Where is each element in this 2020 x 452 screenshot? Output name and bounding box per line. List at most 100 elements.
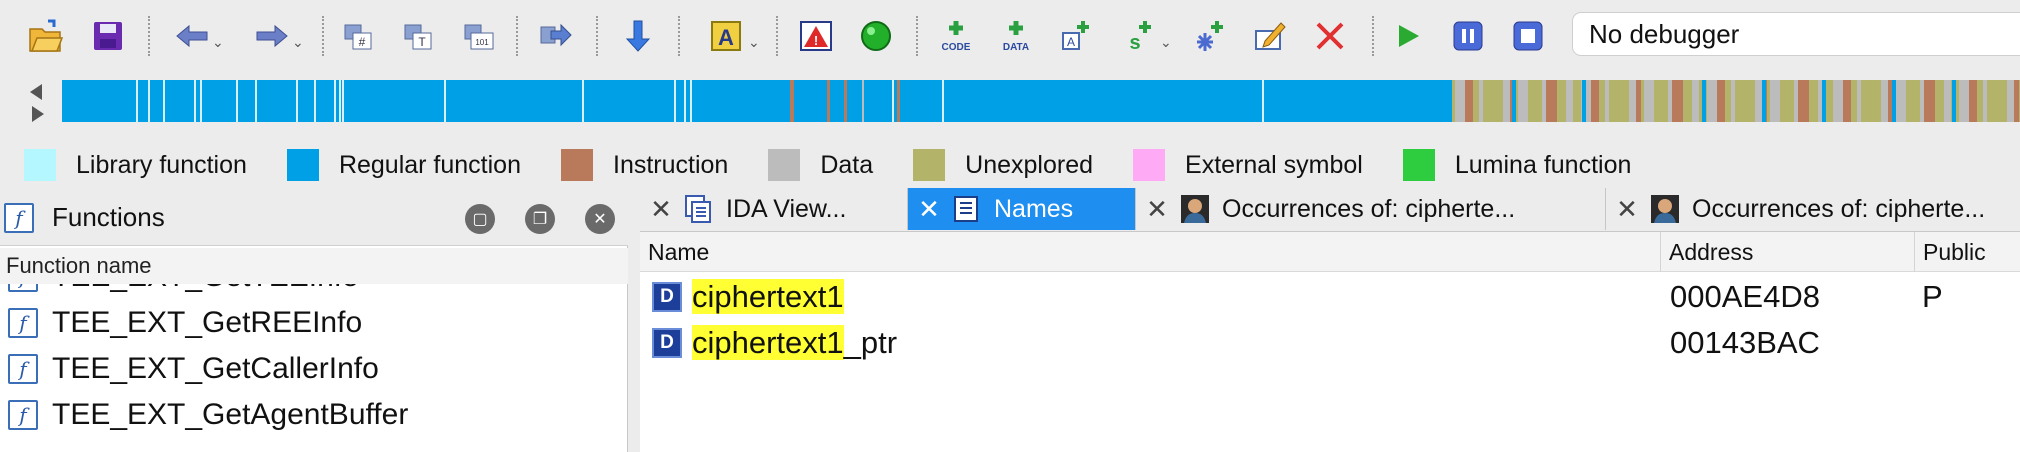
legend-label: Lumina function: [1454, 150, 1632, 179]
data-icon[interactable]: DATA: [996, 14, 1036, 58]
legend-swatch: [768, 149, 801, 181]
svg-text:!: !: [814, 33, 818, 48]
add-enum-icon[interactable]: [1190, 14, 1230, 58]
navigation-band-segment: [892, 80, 894, 122]
toolbar-separator: [322, 16, 324, 56]
pause-icon[interactable]: [1448, 14, 1488, 58]
legend-label: Unexplored: [965, 150, 1094, 179]
navigation-band-segment: [1896, 80, 1906, 122]
navigation-band-segment: [1702, 80, 1706, 122]
navigation-band-segment: [1582, 80, 1586, 122]
address-cell: 00143BAC: [1670, 325, 1820, 360]
navigation-band-segment: [1843, 80, 1851, 122]
panel-pin-button[interactable]: ▢: [465, 204, 495, 234]
tab-names[interactable]: ✕ Names: [908, 188, 1136, 230]
function-list[interactable]: f TEE_EXT_GetTEEInfo f TEE_EXT_GetREEInf…: [0, 284, 628, 452]
debugger-select[interactable]: No debugger: [1572, 12, 2020, 56]
svg-text:101: 101: [475, 38, 489, 47]
column-header-name[interactable]: Name: [640, 232, 1660, 272]
table-row[interactable]: D ciphertext1_ptr 00143BAC: [640, 320, 2020, 366]
navigation-legend: Library function Regular function Instru…: [0, 146, 1647, 184]
panel-close-button[interactable]: ✕: [585, 204, 615, 234]
navigation-band-segment: [200, 80, 202, 122]
tab-ida-view[interactable]: ✕ IDA View...: [640, 188, 908, 230]
save-icon[interactable]: [88, 14, 128, 58]
navigation-band-segment: [1892, 80, 1896, 122]
legend-swatch: [286, 149, 319, 181]
function-name: TEE_EXT_GetAgentBuffer: [52, 398, 409, 431]
stop-icon[interactable]: [1508, 14, 1548, 58]
chevron-down-icon[interactable]: ⌄: [212, 34, 224, 51]
text-view-icon[interactable]: T: [398, 14, 438, 58]
navigation-band-segment: [1566, 80, 1573, 122]
navigation-band-segment: [1809, 80, 1818, 122]
jump-down-icon[interactable]: [618, 14, 658, 58]
navigation-band-segment: [1503, 80, 1510, 122]
navigation-band-segment: [1465, 80, 1473, 122]
navigation-band-segment: [1557, 80, 1566, 122]
list-item[interactable]: f TEE_EXT_GetTEEInfo: [0, 284, 628, 300]
tab-occurrences-1[interactable]: ✕ Occurrences of: cipherte...: [1136, 188, 1606, 230]
error-icon[interactable]: !: [796, 14, 836, 58]
run-icon[interactable]: [1388, 14, 1428, 58]
number-view-icon[interactable]: 101: [458, 14, 498, 58]
navigation-band-segment: [1746, 80, 1755, 122]
add-struct-icon[interactable]: A: [1056, 14, 1096, 58]
column-header-public[interactable]: Public: [1914, 232, 2020, 272]
close-icon[interactable]: ✕: [640, 194, 682, 225]
navigation-band-segment: [1717, 80, 1725, 122]
panel-float-button[interactable]: ❐: [525, 204, 555, 234]
forward-icon[interactable]: [252, 14, 292, 58]
navigation-band-segment: [334, 80, 336, 122]
main-toolbar: ⌄ ⌄ # T 101 A ⌄ ! CODE DATA A s ⌄ No deb…: [0, 0, 2020, 72]
navigation-band-segment: [236, 80, 238, 122]
navigation-band-segment: [1780, 80, 1788, 122]
string-icon[interactable]: A: [706, 14, 746, 58]
back-icon[interactable]: [172, 14, 212, 58]
open-icon[interactable]: [26, 14, 66, 58]
green-dot-icon[interactable]: [856, 14, 896, 58]
navigation-band-segment: [1969, 80, 1977, 122]
legend-instruction: Instruction: [537, 149, 728, 181]
occurrences-icon: [1178, 194, 1212, 224]
chevron-down-icon[interactable]: ⌄: [1160, 34, 1172, 51]
close-icon[interactable]: ✕: [1606, 194, 1648, 225]
hex-view-icon[interactable]: #: [338, 14, 378, 58]
code-icon[interactable]: CODE: [936, 14, 976, 58]
function-name: TEE_EXT_GetCallerInfo: [52, 352, 379, 385]
legend-lumina-function: Lumina function: [1379, 149, 1632, 181]
navigation-band-segment: [1924, 80, 1935, 122]
navigation-band-segment: [1609, 80, 1620, 122]
navigation-band-segment: [1654, 80, 1662, 122]
navigation-band-segment: [1683, 80, 1692, 122]
navigation-band-segment: [1822, 80, 1826, 122]
svg-text:#: #: [359, 35, 366, 49]
table-row[interactable]: D ciphertext1 000AE4D8 P: [640, 274, 2020, 320]
navigation-band-segment: [1755, 80, 1762, 122]
list-item[interactable]: f TEE_EXT_GetAgentBuffer: [0, 392, 628, 438]
chevron-down-icon[interactable]: ⌄: [748, 34, 760, 51]
column-header-address[interactable]: Address: [1660, 232, 1914, 272]
navigation-band-segment: [1906, 80, 1914, 122]
list-item[interactable]: f TEE_EXT_GetCallerInfo: [0, 346, 628, 392]
export-icon[interactable]: [536, 14, 576, 58]
tab-label: IDA View...: [726, 194, 847, 223]
navigation-band-segment: [342, 80, 344, 122]
delete-icon[interactable]: [1310, 14, 1350, 58]
navigation-band-segment: [444, 80, 446, 122]
close-icon[interactable]: ✕: [908, 194, 950, 225]
navigation-band[interactable]: [62, 80, 2020, 122]
column-header-function-name[interactable]: Function name: [0, 248, 628, 284]
navigation-band-segment: [1833, 80, 1843, 122]
list-item[interactable]: f TEE_EXT_GetREEInfo: [0, 300, 628, 346]
close-icon[interactable]: ✕: [1136, 194, 1178, 225]
chevron-down-icon[interactable]: ⌄: [292, 34, 304, 51]
edit-icon[interactable]: [1250, 14, 1290, 58]
tab-occurrences-2[interactable]: ✕ Occurrences of: cipherte...: [1606, 188, 2020, 230]
navigation-band-segment: [136, 80, 138, 122]
navigation-band-segment: [163, 80, 165, 122]
navigator-arrows[interactable]: [24, 80, 54, 126]
add-string-icon[interactable]: s: [1120, 14, 1160, 58]
navigation-band-segment: [194, 80, 196, 122]
navigation-band-segment: [1987, 80, 1998, 122]
